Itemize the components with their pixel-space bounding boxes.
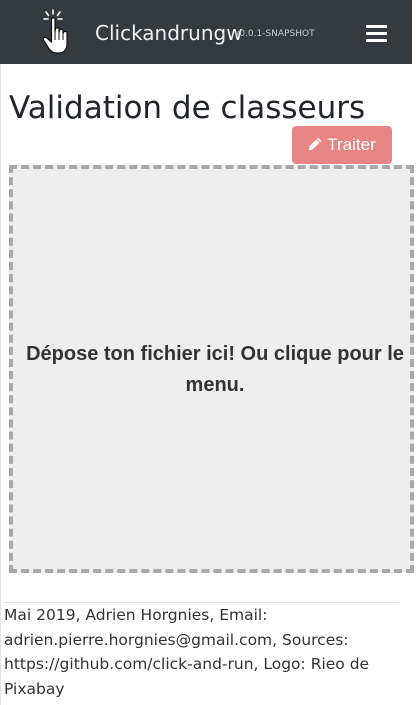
pencil-icon (309, 137, 322, 151)
traiter-label: Traiter (327, 135, 376, 154)
top-navbar: Clickandrungw v0.0.1-SNAPSHOT (0, 0, 416, 64)
traiter-button[interactable]: Traiter (292, 126, 392, 164)
file-dropzone[interactable]: Dépose ton fichier ici! Ou clique pour l… (9, 165, 414, 573)
hand-pointer-click-icon[interactable] (40, 8, 76, 56)
app-brand-link[interactable]: Clickandrungw (95, 19, 243, 47)
footer-credits: Mai 2019, Adrien Horgnies, Email: adrien… (4, 606, 370, 698)
page-title: Validation de classeurs (9, 90, 366, 126)
hamburger-menu-icon[interactable] (360, 17, 394, 47)
version-label: v0.0.1-SNAPSHOT (234, 29, 315, 39)
dropzone-message: Dépose ton fichier ici! Ou clique pour l… (26, 343, 404, 396)
page-left-border (0, 64, 1, 705)
